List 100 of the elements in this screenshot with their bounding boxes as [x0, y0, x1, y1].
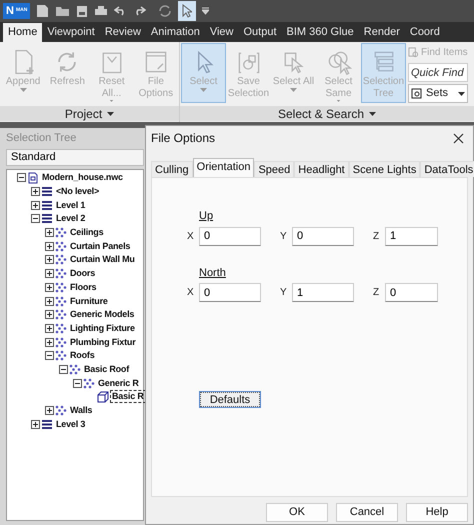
plus-icon: [46, 256, 53, 264]
dots-icon: [55, 227, 67, 238]
ribbon-tab[interactable]: Viewpoint: [42, 23, 100, 42]
panel-label-bar[interactable]: Project: [0, 106, 179, 121]
expand-toggle[interactable]: [31, 200, 40, 210]
new-file-icon[interactable]: [36, 4, 50, 18]
tree-item[interactable]: Doors: [68, 267, 98, 280]
caret-icon: [108, 100, 116, 102]
plus-icon: [46, 311, 53, 318]
group-label: Up: [199, 209, 214, 224]
ribbon-tab[interactable]: Animation: [146, 23, 205, 42]
expand-toggle[interactable]: [45, 255, 54, 264]
select-tool-button[interactable]: [178, 1, 196, 21]
dialog-tab[interactable]: Orientation: [192, 158, 254, 177]
expand-toggle[interactable]: [45, 269, 54, 278]
refresh-icon[interactable]: [158, 4, 172, 18]
expand-toggle[interactable]: [45, 242, 54, 251]
folder-icon[interactable]: [55, 5, 70, 17]
coordinate-field[interactable]: 1: [385, 226, 438, 246]
mode-dropdown[interactable]: Standard: [6, 149, 144, 166]
group-label: North: [199, 266, 227, 280]
dots-icon: [55, 322, 67, 334]
dialog-tab[interactable]: Scene Lights: [348, 161, 420, 177]
tree-item[interactable]: Curtain Wall Mu: [68, 253, 137, 266]
ribbon-tab[interactable]: Home: [3, 23, 42, 42]
caret-icon: [290, 88, 297, 92]
dots-icon: [55, 309, 67, 320]
plus-icon: [46, 324, 53, 332]
expand-toggle[interactable]: [45, 282, 54, 292]
dots-icon: [55, 254, 67, 266]
ribbon-tab[interactable]: Coord: [404, 23, 445, 42]
coordinate-field[interactable]: 0: [199, 283, 261, 302]
collapse-toggle[interactable]: [31, 214, 40, 224]
caret-icon: [107, 112, 114, 116]
tree-item[interactable]: Level 2: [54, 212, 88, 226]
axis-label: Z: [373, 230, 380, 244]
tree-item[interactable]: Walls: [68, 404, 94, 418]
dots-icon: [55, 405, 67, 416]
close-icon[interactable]: [453, 132, 464, 144]
quick-find-field[interactable]: Quick Find: [408, 63, 468, 82]
expand-toggle[interactable]: [45, 406, 54, 416]
tree-item[interactable]: Level 3: [54, 418, 88, 431]
tree-item[interactable]: Basic Roof: [82, 362, 132, 376]
dialog-tab[interactable]: Speed: [254, 161, 294, 177]
caret-icon: [369, 112, 376, 116]
ribbon-tab[interactable]: View: [204, 23, 238, 42]
dialog-tab[interactable]: DataTools: [420, 161, 474, 177]
plus-icon: [46, 284, 53, 291]
coordinate-field[interactable]: 0: [199, 226, 261, 246]
ribbon-tab[interactable]: Review: [100, 23, 146, 42]
find-items-icon: [408, 46, 419, 58]
collapse-toggle[interactable]: [59, 364, 68, 374]
ribbon-tab[interactable]: BIM 360 Glue: [282, 23, 359, 42]
collapse-toggle[interactable]: [45, 351, 54, 360]
tree-item[interactable]: Floors: [68, 280, 98, 294]
expand-toggle[interactable]: [45, 296, 54, 306]
tree-item[interactable]: <No level>: [54, 185, 102, 198]
defaults-button[interactable]: Defaults: [199, 391, 261, 408]
tree-item[interactable]: Modern_house.nwc: [40, 171, 125, 184]
caret-icon: [200, 88, 207, 92]
expand-toggle[interactable]: [45, 338, 54, 347]
expand-toggle[interactable]: [31, 187, 40, 196]
sets-icon: [411, 88, 422, 99]
tree-item[interactable]: Generic R: [96, 376, 141, 390]
plus-icon: [46, 407, 53, 414]
dots-icon: [69, 364, 81, 375]
dialog-button[interactable]: OK: [266, 503, 328, 522]
tree-item[interactable]: Furniture: [68, 294, 110, 308]
collapse-toggle[interactable]: [73, 378, 82, 388]
tree-item[interactable]: Roofs: [68, 349, 96, 362]
expand-toggle[interactable]: [45, 228, 54, 238]
dialog-button[interactable]: Cancel: [336, 503, 398, 522]
collapse-toggle[interactable]: [17, 173, 26, 182]
coordinate-field[interactable]: 0: [385, 283, 438, 302]
dialog-tab[interactable]: Headlight: [294, 161, 349, 177]
dots-icon: [55, 282, 67, 293]
ribbon-tab[interactable]: Output: [238, 23, 282, 42]
plus-icon: [32, 188, 39, 196]
tree-item[interactable]: Level 1: [54, 198, 88, 212]
dialog-button[interactable]: Help: [406, 503, 468, 522]
print-icon[interactable]: [94, 5, 108, 17]
axis-label: X: [187, 230, 195, 244]
plus-icon: [46, 242, 53, 250]
ribbon-tab[interactable]: Render: [358, 23, 405, 42]
tree-item[interactable]: Curtain Panels: [68, 240, 132, 253]
expand-toggle[interactable]: [45, 324, 54, 333]
sets-dropdown[interactable]: Sets: [408, 84, 468, 103]
tree-item[interactable]: Plumbing Fixtur: [68, 336, 138, 349]
expand-toggle[interactable]: [31, 420, 40, 429]
tree-item[interactable]: Lighting Fixture: [68, 322, 137, 335]
panel-label-bar[interactable]: Select & Search: [180, 106, 474, 121]
tree-item[interactable]: Generic Models: [68, 308, 136, 322]
customize-icon[interactable]: [202, 7, 210, 15]
coordinate-field[interactable]: 1: [292, 283, 354, 302]
dialog-tab[interactable]: Culling: [151, 161, 193, 177]
tree-item[interactable]: Ceilings: [68, 226, 106, 240]
expand-toggle[interactable]: [45, 310, 54, 320]
coordinate-field[interactable]: 0: [292, 226, 354, 246]
save-icon[interactable]: [76, 4, 88, 18]
dots-icon: [55, 268, 67, 280]
